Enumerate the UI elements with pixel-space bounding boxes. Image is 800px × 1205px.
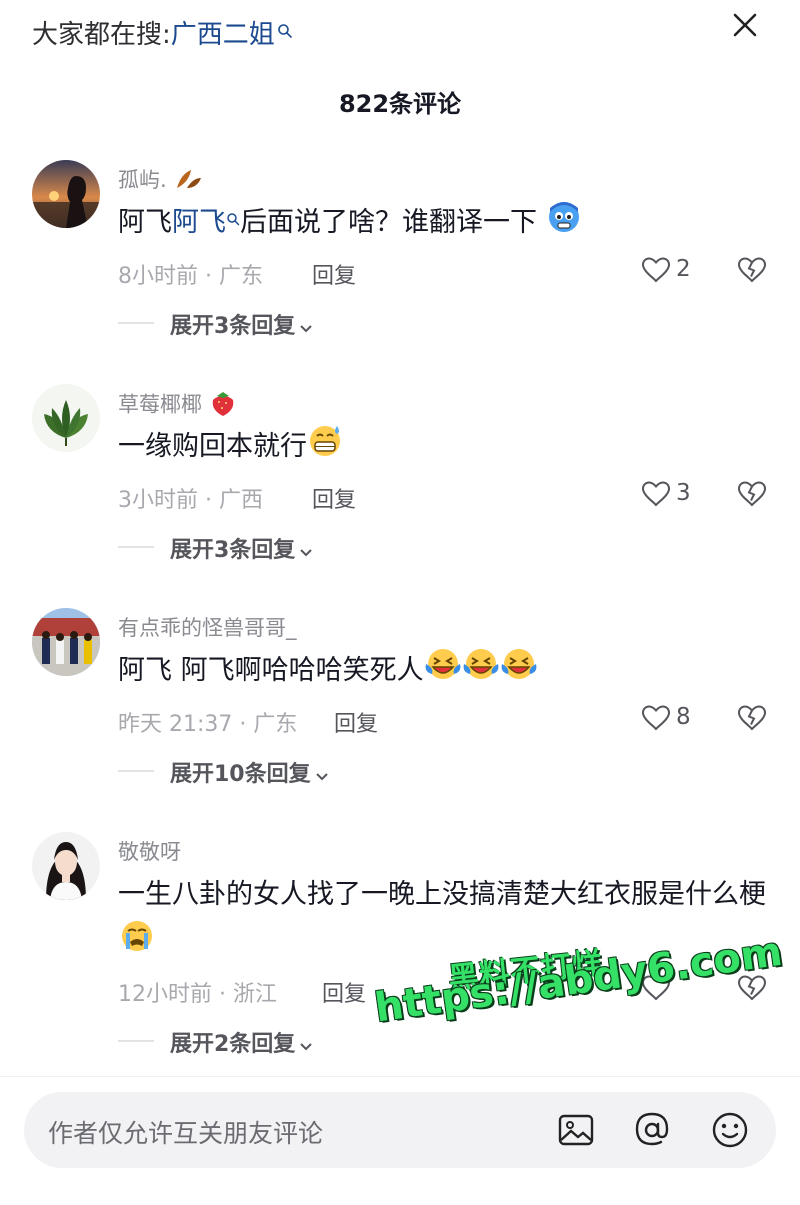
search-icon: [277, 16, 293, 46]
emoji-icon[interactable]: [710, 1110, 750, 1150]
comment-input-bar[interactable]: 作者仅允许互关朋友评论: [24, 1092, 776, 1168]
dislike-heart-icon[interactable]: [736, 254, 768, 286]
avatar[interactable]: [32, 160, 100, 228]
chevron-down-icon: [299, 315, 313, 340]
avatar[interactable]: [32, 608, 100, 676]
like-button[interactable]: 2: [640, 254, 700, 290]
like-count: 3: [676, 480, 691, 506]
like-count: 2: [676, 256, 691, 282]
reply-button[interactable]: 回复: [334, 706, 378, 738]
comment-input-placeholder: 作者仅允许互关朋友评论: [48, 1119, 324, 1148]
comment-text: 一缘购回本就行: [118, 422, 778, 473]
comment-username[interactable]: 敬敬呀: [118, 836, 181, 866]
dislike-heart-icon[interactable]: [736, 702, 768, 734]
avatar[interactable]: [32, 832, 100, 900]
comment-username[interactable]: 有点乖的怪兽哥哥_: [118, 612, 297, 642]
comment-keyword-link[interactable]: 阿飞: [172, 207, 226, 238]
comment-meta: 12小时前 · 浙江: [118, 982, 277, 1007]
divider-line: [118, 770, 154, 772]
comment-count-title: 822条评论: [338, 90, 462, 118]
comment-text: 阿飞 阿飞啊哈哈哈笑死人: [118, 646, 778, 697]
search-prefix: 大家都在搜:: [32, 20, 171, 50]
sobbing-emoji-icon: [118, 918, 156, 969]
laughing-crying-emoji-icon: [462, 646, 500, 697]
laughing-crying-emoji-icon: [424, 646, 462, 697]
like-count: 8: [676, 704, 691, 730]
divider-line: [118, 322, 154, 324]
search-icon: [226, 201, 240, 247]
at-icon[interactable]: [632, 1110, 672, 1150]
chevron-down-icon: [315, 763, 329, 788]
heart-icon: [640, 705, 672, 738]
search-suggestion[interactable]: 大家都在搜:广西二姐: [32, 14, 293, 51]
chevron-down-icon: [299, 539, 313, 564]
image-icon[interactable]: [556, 1110, 596, 1150]
like-button[interactable]: 3: [640, 478, 700, 514]
comment-meta: 3小时前 · 广西: [118, 488, 263, 513]
cold-face-emoji-icon: [546, 198, 582, 249]
laughing-crying-emoji-icon: [500, 646, 538, 697]
chevron-down-icon: [299, 1033, 313, 1058]
avatar[interactable]: [32, 384, 100, 452]
grimacing-sweat-emoji-icon: [307, 422, 345, 473]
comment-meta: 8小时前 · 广东: [118, 264, 263, 289]
comment-text: 阿飞阿飞 后面说了啥？谁翻译一下: [118, 198, 778, 249]
strawberry-emoji-icon: [209, 388, 237, 423]
comment-username[interactable]: 草莓椰椰: [118, 388, 237, 423]
top-search-bar: 大家都在搜:广西二姐: [0, 0, 800, 64]
dislike-heart-icon[interactable]: [736, 478, 768, 510]
close-icon[interactable]: [728, 8, 762, 42]
leaf-emoji-icon: [173, 166, 203, 197]
heart-icon: [640, 481, 672, 514]
heart-icon: [640, 257, 672, 290]
reply-button[interactable]: 回复: [312, 258, 356, 290]
reply-button[interactable]: 回复: [312, 482, 356, 514]
search-keyword[interactable]: 广西二姐: [171, 20, 275, 50]
divider-line: [118, 546, 154, 548]
reply-button[interactable]: 回复: [322, 976, 366, 1008]
comment-meta: 昨天 21:37 · 广东: [118, 712, 298, 737]
bottom-divider: [0, 1076, 800, 1077]
like-button[interactable]: 8: [640, 702, 700, 738]
comment-username[interactable]: 孤屿.: [118, 164, 203, 197]
divider-line: [118, 1040, 154, 1042]
